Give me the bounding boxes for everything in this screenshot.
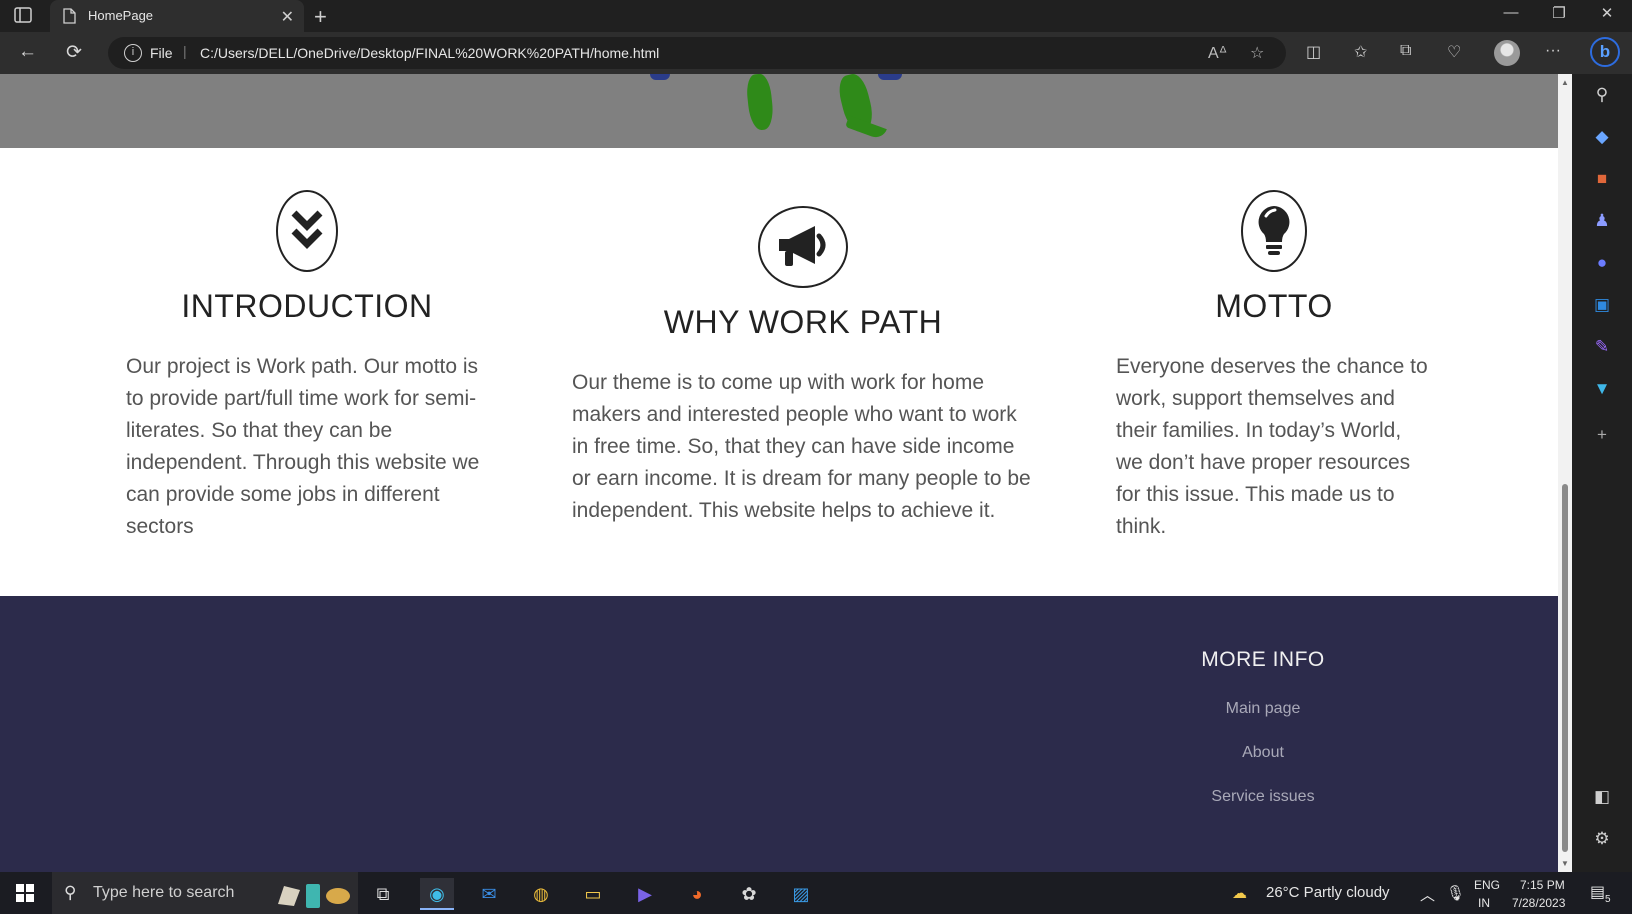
hero-figure-detail bbox=[650, 74, 670, 80]
browser-toolbar: ← ⟳ i File | C:/Users/DELL/OneDrive/Desk… bbox=[0, 32, 1632, 74]
favorites-icon[interactable]: ✩ bbox=[1354, 42, 1367, 62]
chrome-icon[interactable]: ◍ bbox=[524, 878, 558, 910]
shopping-tag-icon[interactable]: ◆ bbox=[1591, 126, 1613, 148]
hero-image bbox=[0, 74, 1558, 148]
tab-title: HomePage bbox=[88, 8, 154, 23]
footer-heading: MORE INFO bbox=[1201, 648, 1325, 671]
minimize-button[interactable]: — bbox=[1488, 4, 1534, 21]
browser-essentials-icon[interactable]: ♡ bbox=[1447, 42, 1461, 62]
add-app-icon[interactable]: + bbox=[1591, 424, 1613, 446]
favorite-star-icon[interactable]: ☆ bbox=[1250, 43, 1264, 63]
notification-center-icon[interactable]: ▤ bbox=[1590, 882, 1605, 902]
document-icon bbox=[62, 8, 76, 27]
weather-text[interactable]: 26°C Partly cloudy bbox=[1266, 884, 1390, 901]
address-bar[interactable]: i File | C:/Users/DELL/OneDrive/Desktop/… bbox=[108, 37, 1286, 69]
refresh-button[interactable]: ⟳ bbox=[66, 41, 82, 64]
site-footer: MORE INFO Main page About Service issues bbox=[0, 596, 1558, 872]
task-view-icon[interactable]: ⧉ bbox=[366, 878, 400, 910]
tools-icon[interactable]: ■ bbox=[1591, 168, 1613, 190]
profile-avatar[interactable] bbox=[1494, 40, 1520, 66]
scrollbar-thumb[interactable] bbox=[1562, 484, 1568, 852]
page-viewport: INTRODUCTION Our project is Work path. O… bbox=[0, 74, 1558, 872]
media-player-icon[interactable]: ▶ bbox=[628, 878, 662, 910]
back-button[interactable]: ← bbox=[18, 41, 37, 63]
feature-motto: MOTTO Everyone deserves the chance to wo… bbox=[1116, 190, 1432, 543]
firefox-icon[interactable]: ◕ bbox=[680, 878, 714, 910]
games-icon[interactable]: ♟ bbox=[1591, 210, 1613, 232]
collections-icon[interactable]: ⧉ bbox=[1400, 42, 1411, 60]
windows-taskbar: ⚲ Type here to search ⧉ ◉ ✉ ◍ ▭ ▶ ◕ ✿ ▨ … bbox=[0, 872, 1632, 914]
search-placeholder: Type here to search bbox=[93, 884, 235, 901]
windows-start-icon[interactable] bbox=[16, 884, 34, 905]
new-tab-button[interactable]: + bbox=[314, 4, 327, 30]
weather-icon[interactable]: ☁ bbox=[1232, 884, 1247, 902]
search-icon[interactable]: ⚲ bbox=[1591, 84, 1613, 106]
feature-heading: WHY WORK PATH bbox=[663, 304, 943, 340]
more-info-section: MORE INFO Main page About Service issues bbox=[1163, 648, 1363, 806]
megaphone-icon bbox=[758, 206, 848, 288]
language-indicator[interactable]: ENG bbox=[1474, 878, 1500, 892]
feature-text: Our project is Work path. Our motto is t… bbox=[126, 355, 480, 538]
read-aloud-icon[interactable]: Aᐞ bbox=[1208, 43, 1227, 63]
site-info-icon[interactable]: i bbox=[124, 44, 142, 62]
divider: | bbox=[183, 43, 187, 59]
microphone-icon[interactable]: 🎙 bbox=[1446, 884, 1465, 902]
footer-link-main-page[interactable]: Main page bbox=[1163, 700, 1363, 718]
taskbar-search-box[interactable]: ⚲ Type here to search bbox=[52, 872, 358, 914]
features-section: INTRODUCTION Our project is Work path. O… bbox=[0, 148, 1558, 596]
footer-link-about[interactable]: About bbox=[1163, 744, 1363, 762]
scroll-down-arrow-icon[interactable]: ▼ bbox=[1561, 859, 1569, 868]
close-tab-icon[interactable]: ✕ bbox=[281, 7, 294, 27]
page-scrollbar[interactable]: ▲ ▼ bbox=[1558, 74, 1572, 872]
hero-figure-detail bbox=[878, 74, 902, 80]
restore-button[interactable]: ❐ bbox=[1536, 4, 1582, 22]
edge-sidebar: ⚲ ◆ ■ ♟ ● ▣ ✎ ▼ + ◧ ⚙ bbox=[1572, 74, 1632, 872]
paint-icon[interactable]: ✿ bbox=[732, 878, 766, 910]
scheme-label: File bbox=[150, 45, 173, 61]
sidebar-settings-icon[interactable]: ⚙ bbox=[1591, 828, 1613, 850]
clock-date[interactable]: 7/28/2023 bbox=[1512, 896, 1565, 910]
outlook-icon[interactable]: ▣ bbox=[1591, 294, 1613, 316]
double-chevron-down-icon bbox=[276, 190, 338, 272]
split-screen-icon[interactable]: ◫ bbox=[1306, 42, 1321, 62]
footer-link-service-issues[interactable]: Service issues bbox=[1163, 788, 1363, 806]
feature-text: Our theme is to come up with work for ho… bbox=[572, 371, 1031, 522]
feature-introduction: INTRODUCTION Our project is Work path. O… bbox=[126, 190, 488, 543]
feature-heading: INTRODUCTION bbox=[181, 288, 433, 324]
microsoft-365-icon[interactable]: ● bbox=[1591, 252, 1613, 274]
clock-time[interactable]: 7:15 PM bbox=[1520, 878, 1565, 892]
feature-text: Everyone deserves the chance to work, su… bbox=[1116, 355, 1428, 538]
url-text[interactable]: C:/Users/DELL/OneDrive/Desktop/FINAL%20W… bbox=[200, 45, 659, 61]
show-hidden-icons-icon[interactable]: ︿ bbox=[1420, 884, 1435, 905]
search-highlight-icon bbox=[274, 880, 352, 908]
designer-icon[interactable]: ✎ bbox=[1591, 336, 1613, 358]
hero-figure-leg bbox=[745, 74, 775, 132]
feature-heading: MOTTO bbox=[1215, 288, 1333, 324]
edge-taskbar-icon[interactable]: ◉ bbox=[420, 878, 454, 910]
lightbulb-icon bbox=[1241, 190, 1307, 272]
file-explorer-icon[interactable]: ▭ bbox=[576, 878, 610, 910]
scroll-up-arrow-icon[interactable]: ▲ bbox=[1561, 78, 1569, 87]
hide-sidebar-icon[interactable]: ◧ bbox=[1591, 786, 1613, 808]
mail-icon[interactable]: ✉ bbox=[472, 878, 506, 910]
more-options-icon[interactable]: ··· bbox=[1545, 42, 1561, 60]
notification-count: 5 bbox=[1605, 894, 1611, 905]
bing-copilot-icon[interactable]: b bbox=[1590, 37, 1620, 67]
browser-tab[interactable]: HomePage ✕ bbox=[50, 0, 304, 32]
search-icon: ⚲ bbox=[64, 883, 77, 902]
close-window-button[interactable]: ✕ bbox=[1584, 4, 1630, 22]
feature-why-work-path: WHY WORK PATH Our theme is to come up wi… bbox=[572, 206, 1034, 527]
tab-actions-icon[interactable] bbox=[14, 7, 38, 25]
photos-icon[interactable]: ▨ bbox=[784, 878, 818, 910]
region-indicator[interactable]: IN bbox=[1478, 896, 1490, 910]
browser-titlebar: HomePage ✕ + — ❐ ✕ bbox=[0, 0, 1632, 32]
drop-icon[interactable]: ▼ bbox=[1591, 378, 1613, 400]
